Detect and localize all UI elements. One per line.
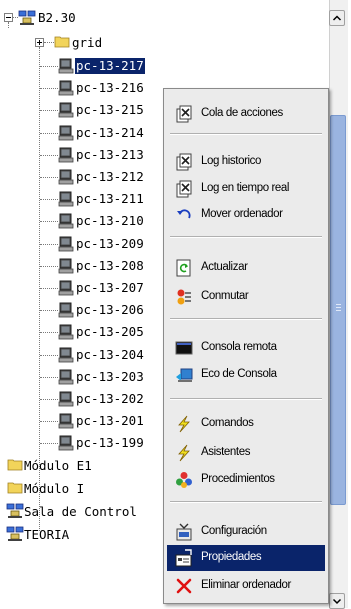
computer-icon <box>58 258 74 274</box>
computer-icon <box>58 369 74 385</box>
menu-item-consola-remota[interactable]: Consola remota <box>167 335 325 361</box>
menu-item-conmutar[interactable]: Conmutar <box>167 284 325 310</box>
tree-node-modulo-e1[interactable]: Módulo E1 <box>24 458 92 474</box>
folder-icon <box>7 482 23 494</box>
pc-label: pc-13-205 <box>76 324 144 339</box>
properties-icon <box>175 549 192 567</box>
menu-item-cola-de-acciones[interactable]: Cola de acciones <box>167 101 325 127</box>
pc-label: pc-13-206 <box>76 302 144 317</box>
scroll-thumb[interactable] <box>330 115 346 505</box>
menu-item-eco-de-consola[interactable]: Eco de Consola <box>167 362 325 388</box>
pc-label: pc-13-199 <box>76 435 144 450</box>
pc-label: pc-13-216 <box>76 80 144 95</box>
room-network-icon <box>6 503 24 518</box>
pc-label: pc-13-207 <box>76 280 144 295</box>
procedures-icon <box>176 472 192 488</box>
computer-icon <box>58 302 74 318</box>
collapse-toggle-b230[interactable] <box>4 13 13 22</box>
menu-item-log-en-tiempo-real[interactable]: Log en tiempo real <box>167 176 325 202</box>
room-network-icon <box>6 526 24 541</box>
computer-icon <box>58 147 74 163</box>
computer-icon <box>58 435 74 451</box>
computer-icon <box>58 58 74 74</box>
tree-node-grid[interactable]: grid <box>72 35 102 51</box>
chevron-up-icon <box>332 15 342 21</box>
lightning-icon <box>178 415 190 433</box>
computer-icon <box>58 102 74 118</box>
wizard-lightning-icon <box>178 444 190 462</box>
menu-item-mover-ordenador[interactable]: Mover ordenador <box>167 202 325 228</box>
pc-label: pc-13-211 <box>76 191 144 206</box>
room-network-icon <box>18 10 36 25</box>
tree-node-pc[interactable]: pc-13-217 <box>0 57 200 75</box>
computer-icon <box>58 169 74 185</box>
pc-label: pc-13-217 <box>75 58 145 74</box>
pc-label: pc-13-209 <box>76 236 144 251</box>
menu-item-eliminar-ordenador[interactable]: Eliminar ordenador <box>167 573 325 599</box>
computer-icon <box>58 80 74 96</box>
menu-item-propiedades[interactable]: Propiedades <box>167 545 325 571</box>
move-arrow-icon <box>177 209 191 219</box>
tree-node-sala-de-control[interactable]: Sala de Control <box>24 504 137 520</box>
computer-icon <box>58 213 74 229</box>
pc-label: pc-13-210 <box>76 213 144 228</box>
computer-icon <box>58 324 74 340</box>
delete-x-icon <box>176 578 192 594</box>
pc-label: pc-13-202 <box>76 391 144 406</box>
config-icon <box>176 523 192 541</box>
pc-label: pc-13-208 <box>76 258 144 273</box>
pc-label: pc-13-203 <box>76 369 144 384</box>
folder-icon <box>7 459 23 471</box>
expand-toggle-grid[interactable] <box>35 38 44 47</box>
refresh-icon <box>176 259 191 277</box>
queue-icon <box>176 105 192 123</box>
menu-item-asistentes[interactable]: Asistentes <box>167 440 325 466</box>
remote-console-icon <box>175 341 193 355</box>
computer-icon <box>58 391 74 407</box>
computer-icon <box>58 280 74 296</box>
tree-node-b230[interactable]: B2.30 <box>38 10 76 26</box>
menu-item-comandos[interactable]: Comandos <box>167 411 325 437</box>
menu-item-log-historico[interactable]: Log historico <box>167 149 325 175</box>
pc-label: pc-13-213 <box>76 147 144 162</box>
pc-label: pc-13-215 <box>76 102 144 117</box>
computer-icon <box>58 236 74 252</box>
log-history-icon <box>176 153 192 171</box>
tree-node-modulo-i[interactable]: Módulo I <box>24 481 84 497</box>
pc-label: pc-13-204 <box>76 347 144 362</box>
switch-icon <box>177 289 191 305</box>
chevron-down-icon <box>332 598 342 605</box>
computer-icon <box>58 413 74 429</box>
computer-icon <box>58 191 74 207</box>
tree-node-teoria[interactable]: TEORIA <box>24 527 69 543</box>
menu-item-configuracion[interactable]: Configuración <box>167 519 325 545</box>
computer-icon <box>58 125 74 141</box>
folder-icon <box>54 36 70 48</box>
menu-item-actualizar[interactable]: Actualizar <box>167 255 325 281</box>
console-echo-icon <box>176 368 193 382</box>
pc-label: pc-13-214 <box>76 125 144 140</box>
pc-label: pc-13-201 <box>76 413 144 428</box>
scroll-up-button[interactable] <box>329 10 345 26</box>
scroll-down-button[interactable] <box>329 593 345 609</box>
context-menu: Cola de acciones Log historico Log en ti… <box>163 88 329 604</box>
computer-icon <box>58 347 74 363</box>
pc-label: pc-13-212 <box>76 169 144 184</box>
menu-item-procedimientos[interactable]: Procedimientos <box>167 467 325 493</box>
log-realtime-icon <box>176 180 192 198</box>
